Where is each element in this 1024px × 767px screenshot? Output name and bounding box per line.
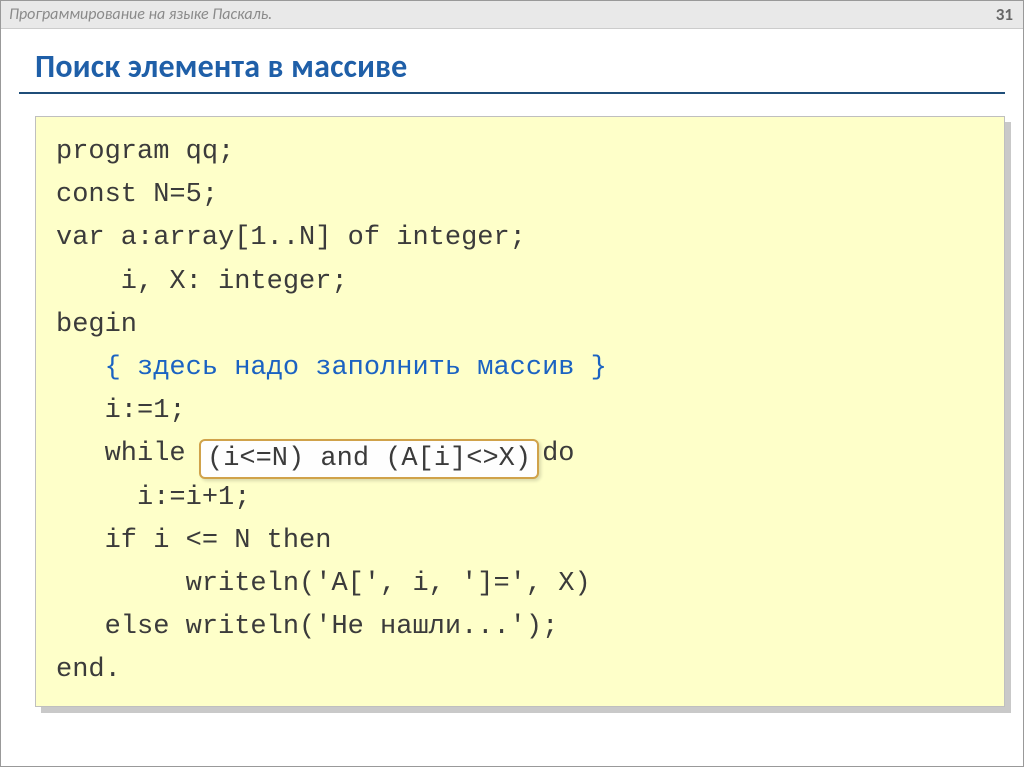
title-rule — [19, 92, 1005, 94]
code-line: begin — [56, 310, 137, 340]
code-line: while — [56, 439, 202, 469]
code-line: const N=5; — [56, 180, 218, 210]
code-line: writeln('A[', i, ']=', X) — [56, 569, 591, 599]
code-line: i:=i+1; — [56, 483, 250, 513]
code-line: i:=1; — [56, 396, 186, 426]
breadcrumb: Программирование на языке Паскаль. — [9, 5, 272, 24]
code-line: if i <= N then — [56, 526, 331, 556]
code-line: var a:array[1..N] of integer; — [56, 223, 526, 253]
condition-highlight: (i<=N) and (A[i]<>X) — [199, 439, 539, 479]
code-line: program qq; — [56, 137, 234, 167]
code-line: else writeln('Не нашли...'); — [56, 612, 558, 642]
page-title: Поиск элемента в массиве — [1, 29, 1023, 92]
code-wrap: program qq; const N=5; var a:array[1..N]… — [35, 116, 1005, 707]
code-line: end. — [56, 655, 121, 685]
page-number: 31 — [996, 4, 1013, 25]
code-line: i, X: integer; — [56, 267, 348, 297]
code-comment: { здесь надо заполнить массив } — [56, 353, 607, 383]
code-block: program qq; const N=5; var a:array[1..N]… — [35, 116, 1005, 707]
slide: Программирование на языке Паскаль. 31 По… — [0, 0, 1024, 767]
header-bar: Программирование на языке Паскаль. 31 — [1, 1, 1023, 29]
